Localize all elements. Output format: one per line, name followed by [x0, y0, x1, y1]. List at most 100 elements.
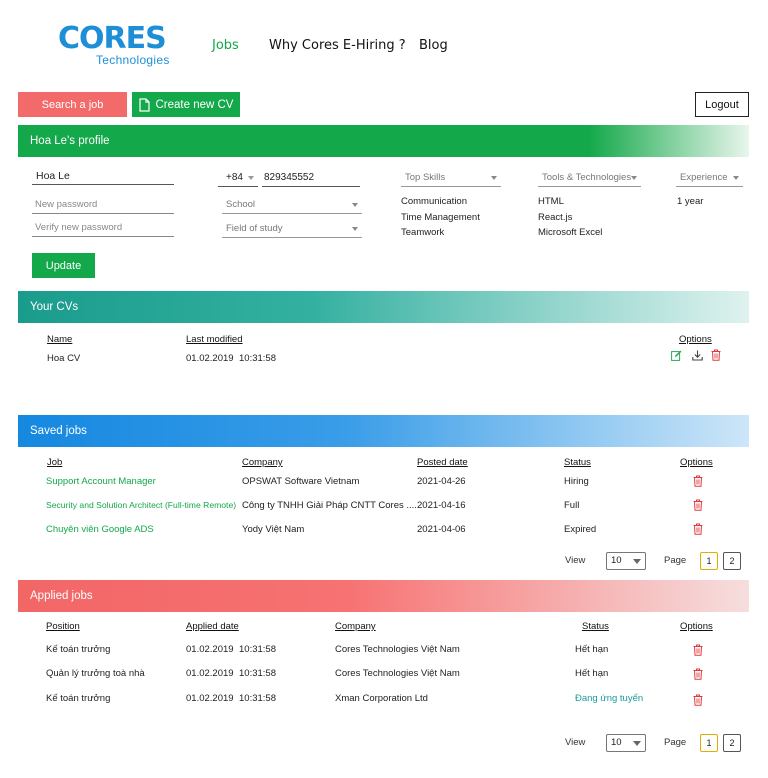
phone-code-select[interactable]: +84: [218, 170, 258, 187]
school-select[interactable]: School: [222, 197, 362, 214]
profile-title: Hoa Le's profile: [30, 135, 110, 147]
field-of-study-select[interactable]: Field of study: [222, 221, 362, 238]
verify-password-field[interactable]: Verify new password: [32, 220, 174, 237]
page-size-value: 10: [611, 555, 622, 566]
tool-item: Microsoft Excel: [538, 227, 603, 238]
applied-position[interactable]: Kế toán trưởng: [46, 644, 110, 655]
saved-job-title[interactable]: Support Account Manager: [46, 476, 156, 487]
experience-value: 1 year: [677, 196, 704, 207]
saved-job-status: Full: [564, 500, 580, 511]
logo-sub-text: Technologies: [96, 53, 170, 67]
page-button-1[interactable]: 1: [700, 734, 718, 752]
cvs-header: Your CVs: [18, 291, 749, 323]
chevron-down-icon: [633, 741, 641, 746]
applied-jobs-header: Applied jobs: [18, 580, 749, 612]
saved-job-status: Expired: [564, 524, 597, 535]
company-logo[interactable]: CORES Technologies: [58, 22, 178, 68]
saved-job-title[interactable]: Security and Solution Architect (Full-ti…: [46, 500, 236, 510]
saved-col-status[interactable]: Status: [564, 457, 591, 468]
create-cv-button[interactable]: Create new CV: [132, 92, 240, 117]
cv-date: 01.02.2019: [186, 353, 234, 364]
profile-header: Hoa Le's profile: [18, 125, 749, 157]
applied-col-status[interactable]: Status: [582, 621, 609, 632]
applied-status: Hết hạn: [575, 644, 609, 655]
saved-col-options: Options: [680, 457, 713, 468]
applied-time: 10:31:58: [239, 644, 276, 655]
page-label: Page: [664, 555, 687, 566]
phone-code-value: +84: [226, 172, 243, 183]
chevron-down-icon: [633, 559, 641, 564]
applied-status: Hết hạn: [575, 668, 609, 679]
top-skills-select[interactable]: Top Skills: [401, 170, 501, 187]
trash-icon[interactable]: [693, 694, 703, 706]
saved-job-company: Công ty TNHH Giải Pháp CNTT Cores ....: [242, 500, 417, 511]
saved-col-company[interactable]: Company: [242, 457, 283, 468]
nav-blog[interactable]: Blog: [419, 38, 448, 53]
experience-label: Experience: [680, 172, 728, 183]
page-size-select[interactable]: 10: [606, 734, 646, 752]
edit-icon[interactable]: [671, 350, 682, 361]
saved-job-date: 2021-04-06: [417, 524, 466, 535]
tool-item: React.js: [538, 212, 573, 223]
saved-job-company: OPSWAT Software Vietnam: [242, 476, 360, 487]
chevron-down-icon: [352, 203, 358, 207]
applied-company: Cores Technologies Việt Nam: [335, 644, 460, 655]
skill-item: Time Management: [401, 212, 480, 223]
saved-jobs-header: Saved jobs: [18, 415, 749, 447]
applied-date: 01.02.2019: [186, 668, 234, 679]
trash-icon[interactable]: [693, 499, 703, 511]
search-job-button[interactable]: Search a job: [18, 92, 127, 117]
applied-col-company[interactable]: Company: [335, 621, 376, 632]
saved-jobs-title: Saved jobs: [30, 425, 87, 437]
page-button-2[interactable]: 2: [723, 734, 741, 752]
new-password-field[interactable]: New password: [32, 197, 174, 214]
page-size-select[interactable]: 10: [606, 552, 646, 570]
view-label: View: [565, 737, 586, 748]
nav-jobs[interactable]: Jobs: [212, 38, 239, 53]
cv-col-options: Options: [679, 334, 712, 345]
field-of-study-placeholder: Field of study: [226, 223, 283, 234]
top-skills-label: Top Skills: [405, 172, 446, 183]
page-size-value: 10: [611, 737, 622, 748]
applied-time: 10:31:58: [239, 668, 276, 679]
saved-job-date: 2021-04-26: [417, 476, 466, 487]
saved-col-posted-date[interactable]: Posted date: [417, 457, 468, 468]
phone-field[interactable]: 829345552: [262, 170, 360, 187]
applied-col-date[interactable]: Applied date: [186, 621, 239, 632]
saved-job-title[interactable]: Chuyên viên Google ADS: [46, 524, 154, 535]
trash-icon[interactable]: [693, 475, 703, 487]
tools-select[interactable]: Tools & Technologies: [538, 170, 641, 187]
applied-col-position[interactable]: Position: [46, 621, 80, 632]
trash-icon[interactable]: [693, 668, 703, 680]
cv-time: 10:31:58: [239, 353, 276, 364]
page-button-2[interactable]: 2: [723, 552, 741, 570]
update-button[interactable]: Update: [32, 253, 95, 278]
trash-icon[interactable]: [693, 644, 703, 656]
view-label: View: [565, 555, 586, 566]
logout-button[interactable]: Logout: [695, 92, 749, 117]
applied-position[interactable]: Quản lý trưởng toà nhà: [46, 668, 145, 679]
applied-company: Cores Technologies Việt Nam: [335, 668, 460, 679]
saved-job-company: Yody Việt Nam: [242, 524, 305, 535]
cvs-title: Your CVs: [30, 301, 79, 313]
download-icon[interactable]: [692, 350, 703, 361]
skill-item: Communication: [401, 196, 467, 207]
cv-col-last-modified[interactable]: Last modified: [186, 334, 243, 345]
applied-position[interactable]: Kế toán trưởng: [46, 693, 110, 704]
nav-why-cores[interactable]: Why Cores E-Hiring ?: [269, 38, 406, 53]
experience-select[interactable]: Experience: [676, 170, 743, 187]
applied-date: 01.02.2019: [186, 644, 234, 655]
saved-job-date: 2021-04-16: [417, 500, 466, 511]
saved-job-status: Hiring: [564, 476, 589, 487]
applied-col-options: Options: [680, 621, 713, 632]
trash-icon[interactable]: [711, 349, 721, 361]
document-icon: [138, 97, 150, 112]
page-button-1[interactable]: 1: [700, 552, 718, 570]
trash-icon[interactable]: [693, 523, 703, 535]
cv-col-name[interactable]: Name: [47, 334, 72, 345]
name-field[interactable]: Hoa Le: [32, 168, 174, 185]
applied-jobs-title: Applied jobs: [30, 590, 93, 602]
cv-name[interactable]: Hoa CV: [47, 353, 80, 364]
saved-col-job[interactable]: Job: [47, 457, 62, 468]
create-cv-label: Create new CV: [155, 98, 234, 111]
